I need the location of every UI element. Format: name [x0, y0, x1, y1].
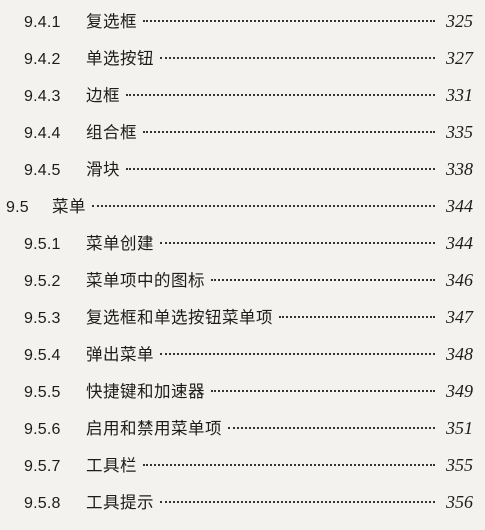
- section-number: 9.4.4: [24, 125, 61, 142]
- toc-entry-9-4-1: 9.4.1 复选框 325: [24, 8, 473, 38]
- section-title: 菜单创建: [86, 234, 154, 253]
- page-number: 348: [446, 344, 473, 364]
- page-number: 344: [446, 196, 473, 216]
- toc-entry-9-5-3: 9.5.3 复选框和单选按钮菜单项 347: [24, 304, 473, 334]
- toc-entry-9-4-5: 9.4.5 滑块 338: [24, 156, 473, 186]
- section-number: 9.4.5: [24, 162, 61, 179]
- page-number: 351: [446, 418, 473, 438]
- dot-leader: [160, 56, 435, 59]
- section-number: 9.4.1: [24, 14, 61, 31]
- toc-entry-9-5-6: 9.5.6 启用和禁用菜单项 351: [24, 415, 473, 445]
- section-title: 复选框: [86, 12, 137, 31]
- page-number: 355: [446, 455, 473, 475]
- section-number: 9.5: [6, 199, 29, 216]
- document-page: 9.4.1 复选框 325 9.4.2 单选按钮 327 9.4.3 边框 33…: [0, 0, 485, 530]
- dot-leader: [92, 204, 435, 207]
- dot-leader: [143, 19, 435, 22]
- toc-entry-9-5: 9.5 菜单 344: [6, 193, 473, 223]
- section-title: 菜单项中的图标: [86, 271, 205, 290]
- dot-leader: [160, 241, 435, 244]
- page-number: 346: [446, 270, 473, 290]
- page-number: 356: [446, 492, 473, 512]
- section-number: 9.4.2: [24, 51, 61, 68]
- dot-leader: [126, 93, 435, 96]
- dot-leader: [126, 167, 435, 170]
- toc-entry-9-5-5: 9.5.5 快捷键和加速器 349: [24, 378, 473, 408]
- section-number: 9.5.4: [24, 347, 61, 364]
- section-title: 工具栏: [86, 456, 137, 475]
- section-title: 启用和禁用菜单项: [86, 419, 222, 438]
- toc-entry-9-5-1: 9.5.1 菜单创建 344: [24, 230, 473, 260]
- section-title: 工具提示: [86, 493, 154, 512]
- section-title: 菜单: [52, 197, 86, 216]
- section-title: 边框: [86, 86, 120, 105]
- section-number: 9.5.6: [24, 421, 61, 438]
- section-number: 9.5.1: [24, 236, 61, 253]
- page-number: 338: [446, 159, 473, 179]
- page-number: 335: [446, 122, 473, 142]
- page-number: 331: [446, 85, 473, 105]
- section-title: 组合框: [86, 123, 137, 142]
- toc-entry-9-5-8: 9.5.8 工具提示 356: [24, 489, 473, 519]
- section-number: 9.4.3: [24, 88, 61, 105]
- section-title: 快捷键和加速器: [86, 382, 205, 401]
- section-number: 9.5.8: [24, 495, 61, 512]
- page-number: 344: [446, 233, 473, 253]
- toc-entry-9-5-2: 9.5.2 菜单项中的图标 346: [24, 267, 473, 297]
- toc-entry-9-5-7: 9.5.7 工具栏 355: [24, 452, 473, 482]
- dot-leader: [160, 500, 435, 503]
- dot-leader: [143, 463, 435, 466]
- dot-leader: [211, 389, 435, 392]
- dot-leader: [211, 278, 435, 281]
- section-title: 弹出菜单: [86, 345, 154, 364]
- dot-leader: [228, 426, 435, 429]
- toc-entry-9-4-3: 9.4.3 边框 331: [24, 82, 473, 112]
- page-number: 327: [446, 48, 473, 68]
- section-number: 9.5.2: [24, 273, 61, 290]
- dot-leader: [143, 130, 435, 133]
- page-number: 347: [446, 307, 473, 327]
- dot-leader: [160, 352, 435, 355]
- toc-entry-9-4-2: 9.4.2 单选按钮 327: [24, 45, 473, 75]
- page-number: 325: [446, 11, 473, 31]
- page-number: 349: [446, 381, 473, 401]
- dot-leader: [279, 315, 435, 318]
- section-title: 复选框和单选按钮菜单项: [86, 308, 273, 327]
- toc-entry-9-4-4: 9.4.4 组合框 335: [24, 119, 473, 149]
- section-number: 9.5.7: [24, 458, 61, 475]
- section-title: 滑块: [86, 160, 120, 179]
- section-title: 单选按钮: [86, 49, 154, 68]
- toc-entry-9-5-4: 9.5.4 弹出菜单 348: [24, 341, 473, 371]
- section-number: 9.5.5: [24, 384, 61, 401]
- section-number: 9.5.3: [24, 310, 61, 327]
